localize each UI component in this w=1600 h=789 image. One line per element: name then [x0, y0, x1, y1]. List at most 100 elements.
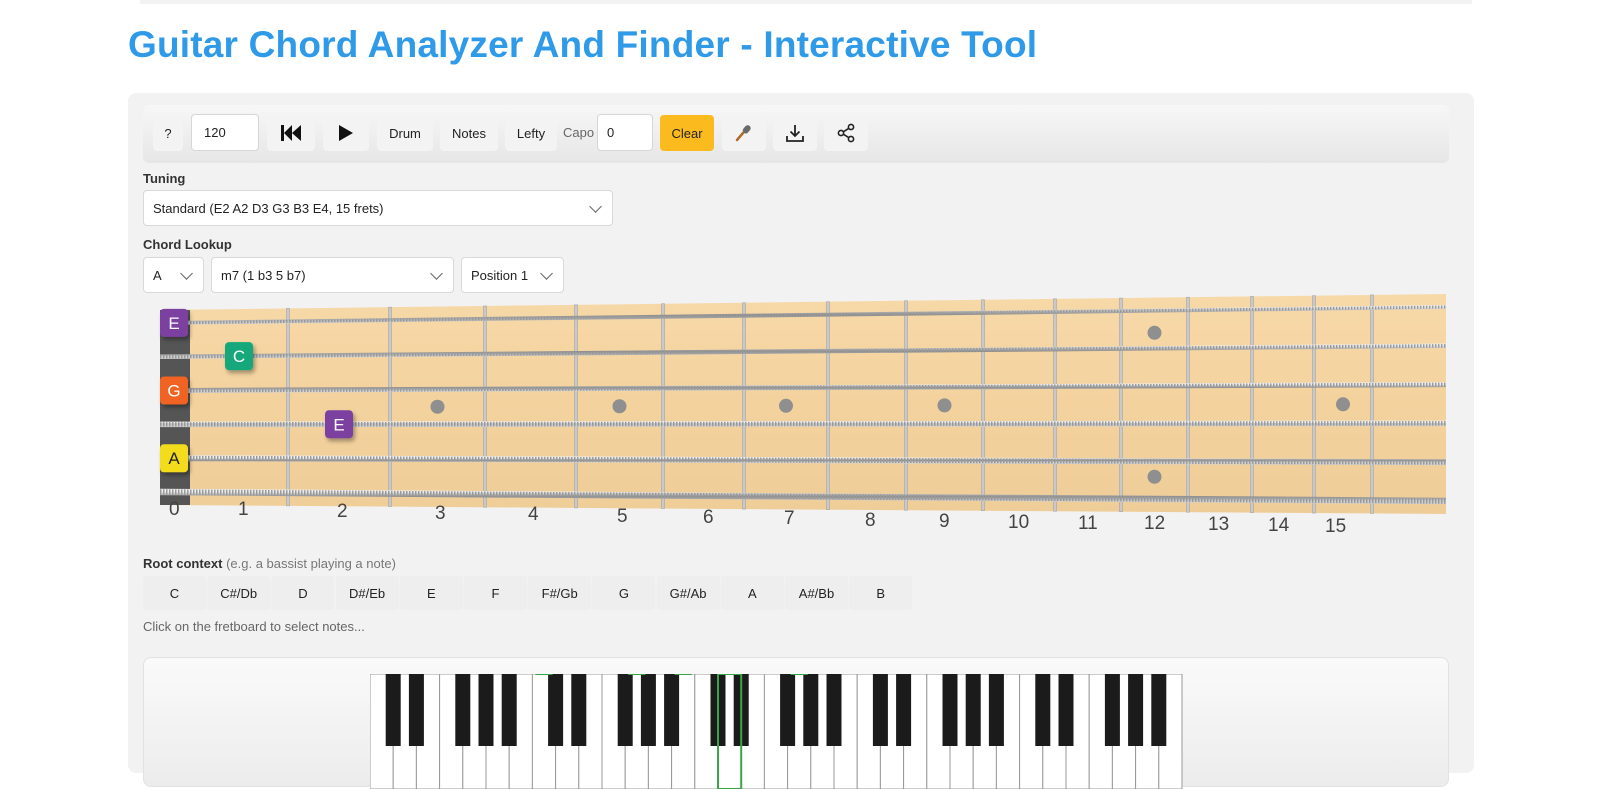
chord-quality-select[interactable]: m7 (1 b3 5 b7) [211, 257, 454, 293]
tuning-select[interactable]: Standard (E2 A2 D3 G3 B3 E4, 15 frets) [143, 190, 613, 226]
root-note-button[interactable]: C#/Db [207, 576, 271, 610]
fret-wire [574, 304, 578, 509]
note-marker-label: E [168, 314, 179, 333]
rewind-button[interactable] [267, 115, 315, 151]
download-button[interactable] [773, 115, 817, 151]
piano-black-key[interactable] [780, 674, 796, 746]
fret-inlay-dot [779, 398, 793, 413]
fret-inlay-dot [612, 399, 627, 414]
root-note-button[interactable]: G [592, 576, 656, 610]
fret-number: 12 [1144, 513, 1166, 534]
root-note-button[interactable]: G#/Ab [656, 576, 720, 610]
piano-black-key[interactable] [1128, 674, 1144, 746]
chord-root-select[interactable]: A [143, 257, 204, 293]
note-marker[interactable]: C [225, 342, 253, 371]
piano-black-key[interactable] [571, 674, 587, 746]
piano-black-key[interactable] [455, 674, 471, 746]
note-marker-label: G [167, 382, 180, 401]
root-context-label: Root context [143, 556, 223, 571]
fret-wire [1370, 294, 1374, 514]
fret-inlay-dot [1336, 397, 1350, 412]
clear-button[interactable]: Clear [660, 115, 714, 151]
chord-position-select[interactable]: Position 1 [461, 257, 564, 293]
fret-wire [1053, 298, 1057, 512]
piano-black-key[interactable] [942, 674, 958, 746]
root-note-button[interactable]: F#/Gb [528, 576, 592, 610]
root-context-heading: Root context (e.g. a bassist playing a n… [143, 556, 396, 571]
root-note-button[interactable]: A [720, 576, 784, 610]
tool-panel: ? 120 Drum Notes Lefty Capo 0 Clear Tuni… [128, 93, 1474, 789]
fret-wire [661, 303, 665, 509]
chevron-down-icon [180, 267, 193, 280]
fret-number: 3 [435, 503, 446, 524]
lefty-button[interactable]: Lefty [505, 115, 557, 151]
piano-black-key[interactable] [501, 674, 517, 746]
chord-root-value: A [153, 267, 162, 283]
fret-inlay-dot [1147, 469, 1162, 484]
tuning-value: Standard (E2 A2 D3 G3 B3 E4, 15 frets) [153, 200, 384, 216]
fret-wire [1186, 296, 1190, 513]
root-note-button[interactable]: E [399, 576, 463, 610]
fret-number: 9 [939, 511, 950, 532]
notes-button[interactable]: Notes [440, 115, 498, 151]
piano-keyboard[interactable] [370, 674, 1200, 789]
piano-black-key[interactable] [803, 674, 819, 746]
capo-label: Capo [563, 125, 595, 140]
root-note-button[interactable]: F [464, 576, 527, 610]
piano-black-key[interactable] [478, 674, 494, 746]
fretboard-hint: Click on the fretboard to select notes..… [143, 619, 365, 634]
fretboard[interactable]: E C G E A [128, 293, 1474, 553]
note-marker-label: E [333, 415, 344, 434]
piano-black-key[interactable] [896, 674, 912, 746]
piano-black-key[interactable] [664, 674, 680, 746]
fret-number: 6 [703, 507, 714, 528]
note-marker[interactable]: E [160, 308, 188, 337]
drum-button[interactable]: Drum [377, 115, 433, 151]
fret-wire [1312, 295, 1316, 514]
microphone-button[interactable] [722, 115, 766, 151]
fret-number: 8 [865, 510, 876, 531]
play-button[interactable] [323, 115, 369, 151]
piano-black-key[interactable] [988, 674, 1004, 746]
fret-wire [286, 308, 290, 507]
fret-number: 14 [1268, 515, 1290, 536]
note-marker[interactable]: E [325, 410, 353, 439]
capo-input[interactable]: 0 [597, 114, 653, 151]
piano-black-key[interactable] [1035, 674, 1051, 746]
help-button[interactable]: ? [153, 115, 183, 151]
piano-black-key[interactable] [1151, 674, 1167, 746]
microphone-icon [735, 125, 751, 142]
root-note-button[interactable]: B [849, 576, 913, 610]
fret-wire [981, 299, 985, 512]
note-marker[interactable]: A [160, 444, 188, 473]
toolbar: ? 120 Drum Notes Lefty Capo 0 Clear [143, 105, 1449, 163]
download-icon [786, 125, 804, 142]
fret-number: 15 [1325, 516, 1347, 537]
fret-wire [904, 300, 908, 511]
fret-wire [1250, 296, 1254, 513]
piano-black-key[interactable] [826, 674, 842, 746]
fret-number: 10 [1008, 512, 1030, 533]
chevron-down-icon [430, 267, 443, 280]
root-note-button[interactable]: D#/Eb [335, 576, 399, 610]
root-note-button[interactable]: D [271, 576, 335, 610]
play-icon [339, 125, 353, 141]
piano-black-key[interactable] [1104, 674, 1120, 746]
root-note-button[interactable]: C [143, 576, 206, 610]
piano-black-key[interactable] [1058, 674, 1074, 746]
fret-wire [742, 302, 746, 510]
piano-black-key[interactable] [385, 674, 401, 746]
chevron-down-icon [540, 267, 553, 280]
piano-black-key[interactable] [617, 674, 633, 746]
root-note-button[interactable]: A#/Bb [785, 576, 848, 610]
piano-black-key[interactable] [872, 674, 888, 746]
piano-key-highlight [535, 674, 553, 675]
piano-black-key[interactable] [548, 674, 564, 746]
note-marker[interactable]: G [160, 376, 188, 405]
piano-black-key[interactable] [965, 674, 981, 746]
piano-black-key[interactable] [408, 674, 424, 746]
piano-black-key[interactable] [640, 674, 656, 746]
tempo-input[interactable]: 120 [191, 114, 259, 151]
share-button[interactable] [824, 115, 868, 151]
fret-number: 13 [1208, 514, 1230, 535]
